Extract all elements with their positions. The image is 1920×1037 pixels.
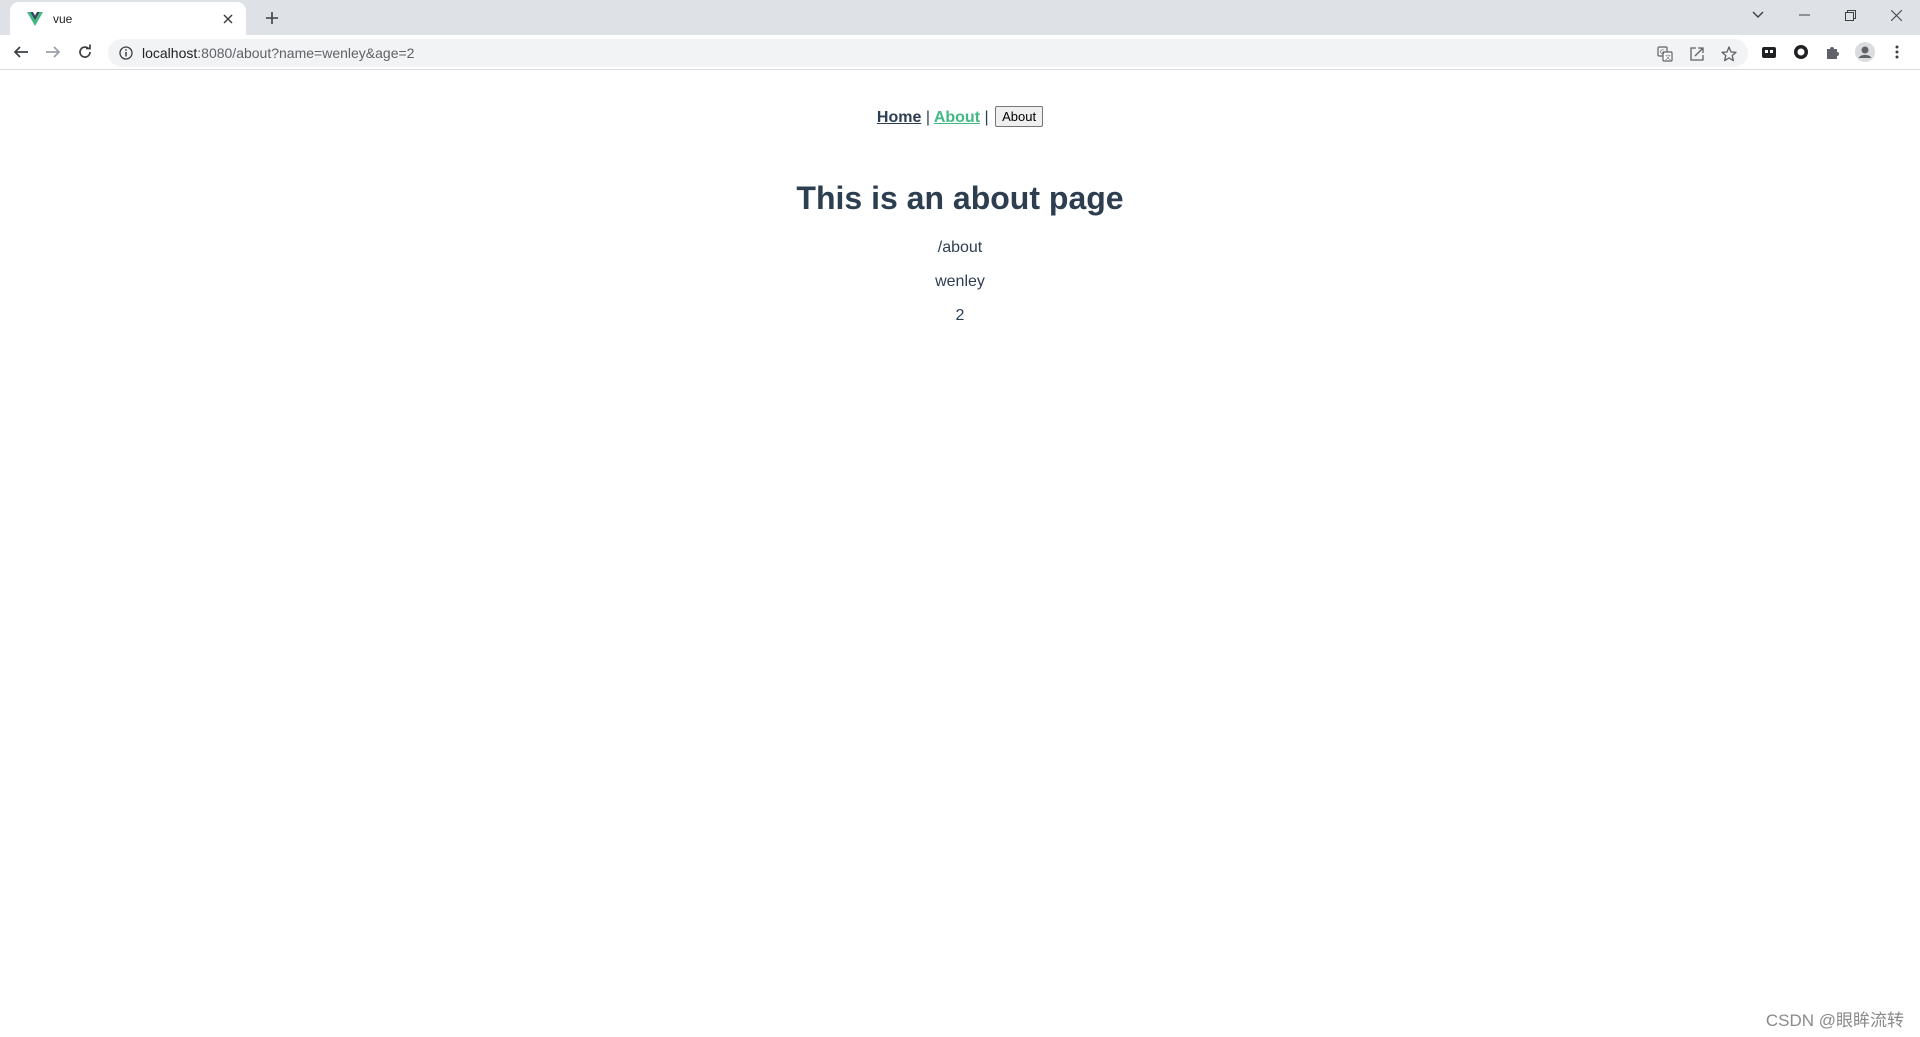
puzzle-icon[interactable] [1821, 40, 1845, 64]
tab-strip: vue [0, 0, 1920, 35]
info-icon[interactable] [118, 45, 134, 61]
route-path-text: /about [937, 239, 983, 256]
kebab-menu-icon[interactable] [1885, 40, 1909, 64]
svg-text:文: 文 [1665, 54, 1671, 62]
plus-icon[interactable] [261, 7, 283, 29]
url-path: :8080/about?name=wenley&age=2 [197, 45, 415, 61]
extension-square-icon[interactable] [1757, 40, 1781, 64]
tab-title: vue [53, 11, 73, 26]
nav-link-about[interactable]: About [934, 109, 980, 126]
profile-icon[interactable] [1853, 40, 1877, 64]
app-nav: Home | About | About [0, 106, 1920, 127]
extension-circle-icon[interactable] [1789, 40, 1813, 64]
chevron-down-icon[interactable] [1735, 0, 1781, 30]
query-age-text: 2 [955, 307, 965, 324]
forward-arrow-icon[interactable] [41, 40, 65, 64]
query-name-text: wenley [935, 273, 985, 290]
close-icon[interactable] [220, 11, 236, 27]
browser-toolbar: localhost:8080/about?name=wenley&age=2 G… [0, 35, 1920, 70]
watermark: CSDN @眼眸流转 [1765, 1011, 1904, 1030]
page-title: This is an about page [796, 180, 1124, 216]
share-icon[interactable] [1687, 44, 1707, 64]
url-host: localhost [142, 45, 198, 61]
minimize-icon[interactable] [1781, 0, 1827, 30]
restore-icon[interactable] [1827, 0, 1873, 30]
nav-separator: | [984, 109, 989, 126]
window-close-icon[interactable] [1873, 0, 1919, 30]
star-icon[interactable] [1719, 44, 1739, 64]
nav-separator: | [925, 109, 930, 126]
vue-favicon-icon [27, 11, 43, 27]
back-arrow-icon[interactable] [9, 40, 33, 64]
address-bar[interactable]: localhost:8080/about?name=wenley&age=2 G… [108, 39, 1748, 67]
translate-icon[interactable]: G文 [1655, 44, 1675, 64]
about-button[interactable]: About [995, 106, 1044, 127]
nav-link-home[interactable]: Home [877, 109, 921, 126]
browser-tab[interactable]: vue [10, 2, 246, 35]
url-text[interactable]: localhost:8080/about?name=wenley&age=2 [142, 45, 1748, 61]
reload-icon[interactable] [73, 40, 97, 64]
